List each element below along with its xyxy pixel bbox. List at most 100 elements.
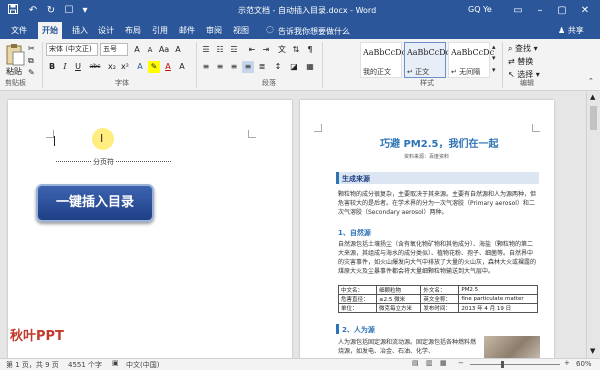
grow-font-icon[interactable]: A	[131, 44, 143, 56]
zoom-out-icon[interactable]: −	[458, 359, 464, 367]
multilevel-list-icon[interactable]: ☲	[228, 44, 240, 56]
borders-icon[interactable]: ▦	[304, 61, 316, 73]
ribbon-display-icon[interactable]: ▭	[508, 0, 528, 22]
vertical-scrollbar[interactable]: ▲ ▼	[586, 92, 600, 358]
section-heading: 生成来源	[342, 175, 370, 183]
style-my-body[interactable]: AaBbCcDc 我的正文	[360, 42, 406, 78]
change-case-icon[interactable]: Aa	[158, 44, 170, 56]
scroll-up-icon[interactable]: ▲	[590, 93, 595, 101]
source-line: 资料来源：百度资料	[404, 154, 450, 160]
numbering-icon[interactable]: ☷	[214, 44, 226, 56]
align-right-icon[interactable]: ≡	[228, 61, 240, 73]
cut-icon[interactable]: ✂	[28, 44, 35, 53]
paste-button[interactable]: 粘贴	[6, 66, 22, 77]
watermark-logo: 秋叶PPT	[10, 329, 64, 344]
editing-group-label: 编辑	[520, 79, 534, 87]
decrease-indent-icon[interactable]: ⇤	[246, 44, 258, 56]
tab-mailings[interactable]: 邮件	[175, 22, 199, 39]
redo-icon[interactable]: ↻	[44, 4, 58, 18]
styles-more-icon[interactable]: ▾	[492, 66, 496, 74]
sort-icon[interactable]: ⇅	[290, 44, 302, 56]
tab-home[interactable]: 开始	[38, 22, 62, 39]
search-icon: ⌕	[508, 44, 513, 53]
font-color-icon[interactable]: A	[162, 61, 174, 73]
tab-review[interactable]: 审阅	[202, 22, 226, 39]
maximize-icon[interactable]: ▢	[552, 0, 572, 22]
style-normal[interactable]: AaBbCcDc ↵ 正文	[404, 42, 450, 78]
zoom-slider-thumb[interactable]	[501, 361, 504, 368]
read-mode-icon[interactable]: ▤	[412, 359, 419, 367]
styles-scroll-down-icon[interactable]: ▾	[492, 54, 496, 62]
undo-icon[interactable]: ↶	[26, 4, 40, 18]
minimize-icon[interactable]: –	[530, 0, 550, 22]
justify-icon[interactable]: ≡	[242, 61, 254, 73]
tab-layout[interactable]: 布局	[121, 22, 145, 39]
right-page[interactable]: 巧避 PM2.5，我们在一起 资料来源：百度资料 生成来源 颗粒物的成分很复杂，…	[300, 100, 554, 358]
tab-design[interactable]: 设计	[94, 22, 118, 39]
natural-source-paragraph: 自然源包括土壤扬尘（含有氧化物矿物和其他成分）、海盐（颗粒物的第二大来源，其组成…	[338, 241, 537, 275]
underline-button[interactable]: U	[72, 61, 84, 73]
web-layout-icon[interactable]: ▦	[440, 359, 447, 367]
font-name-select[interactable]: 宋体 (中文正)	[46, 43, 98, 56]
shrink-font-icon[interactable]: A	[144, 44, 156, 56]
language-indicator[interactable]: 中文(中国)	[126, 360, 159, 370]
left-page[interactable]: I 分页符 一键插入目录 秋叶PPT	[8, 100, 292, 358]
styles-scroll-up-icon[interactable]: ▴	[492, 43, 496, 51]
zoom-in-icon[interactable]: +	[564, 359, 570, 367]
tab-file[interactable]: 文件	[7, 22, 31, 39]
save-icon[interactable]	[6, 4, 20, 18]
align-left-icon[interactable]: ≡	[200, 61, 212, 73]
replace-button[interactable]: ⇄ 替换	[508, 56, 533, 67]
zoom-slider[interactable]	[470, 364, 560, 365]
margin-corner	[314, 124, 322, 132]
share-button[interactable]: ♟ 共享	[558, 25, 584, 36]
print-layout-icon[interactable]: ▥	[426, 359, 433, 367]
close-icon[interactable]: ✕	[575, 0, 595, 22]
strikethrough-button[interactable]: abc	[86, 61, 104, 73]
tab-references[interactable]: 引用	[148, 22, 172, 39]
font-size-select[interactable]: 五号	[100, 43, 128, 56]
paste-icon[interactable]	[4, 43, 26, 67]
align-center-icon[interactable]: ≡	[214, 61, 226, 73]
subscript-button[interactable]: x₂	[106, 61, 118, 73]
scroll-down-icon[interactable]: ▼	[590, 347, 595, 355]
tab-view[interactable]: 视图	[229, 22, 253, 39]
table-cell: 细颗粒物	[375, 285, 422, 295]
show-marks-icon[interactable]: ¶	[304, 44, 316, 56]
word-count[interactable]: 4551 个字	[68, 360, 102, 370]
italic-button[interactable]: I	[59, 61, 71, 73]
customize-icon[interactable]: ▾	[78, 4, 92, 18]
find-button[interactable]: ⌕ 查找 ▾	[508, 43, 538, 54]
scroll-thumb[interactable]	[590, 106, 597, 130]
document-area: I 分页符 一键插入目录 秋叶PPT 巧避 PM2.5，我们在一起 资料来源：百…	[0, 92, 600, 358]
increase-indent-icon[interactable]: ⇥	[260, 44, 272, 56]
shading-icon[interactable]: ◪	[288, 61, 300, 73]
table-cell: 微克每立方米	[375, 303, 422, 313]
bullets-icon[interactable]: ☰	[200, 44, 212, 56]
page-indicator[interactable]: 第 1 页，共 9 页	[6, 360, 59, 370]
user-name[interactable]: GQ Ye	[468, 5, 492, 14]
copy-icon[interactable]: ⧉	[28, 56, 34, 66]
zoom-level[interactable]: 60%	[576, 360, 592, 368]
touch-mode-icon[interactable]: ☐	[62, 4, 76, 18]
style-no-spacing[interactable]: AaBbCcDc ↵ 无间隔	[448, 42, 494, 78]
chinese-layout-icon[interactable]: 文	[276, 44, 288, 56]
distributed-icon[interactable]: ≣	[256, 61, 268, 73]
proofing-icon[interactable]: ▣	[112, 359, 119, 367]
clear-format-icon[interactable]: A	[172, 44, 184, 56]
ribbon: 粘贴 ✂ ⧉ ✎ 剪贴板 宋体 (中文正) 五号 A A Aa A B I U …	[0, 39, 600, 91]
line-spacing-icon[interactable]: ↕	[272, 61, 284, 73]
bold-button[interactable]: B	[46, 61, 58, 73]
tab-insert[interactable]: 插入	[68, 22, 92, 39]
highlight-icon[interactable]: ✎	[148, 61, 160, 73]
dropdown-icon: ▾	[533, 70, 540, 79]
char-shading-icon[interactable]: A	[176, 61, 188, 73]
paragraph-group-label: 段落	[262, 79, 276, 87]
text-effects-icon[interactable]: A	[134, 61, 146, 73]
superscript-button[interactable]: x²	[119, 61, 131, 73]
insert-toc-button[interactable]: 一键插入目录	[36, 184, 154, 222]
collapse-ribbon-icon[interactable]: ⌃	[588, 77, 594, 85]
tell-me-box[interactable]: 告诉我你想要做什么	[278, 26, 350, 37]
format-painter-icon[interactable]: ✎	[28, 68, 35, 77]
clipboard-group-label: 剪贴板	[5, 79, 26, 87]
